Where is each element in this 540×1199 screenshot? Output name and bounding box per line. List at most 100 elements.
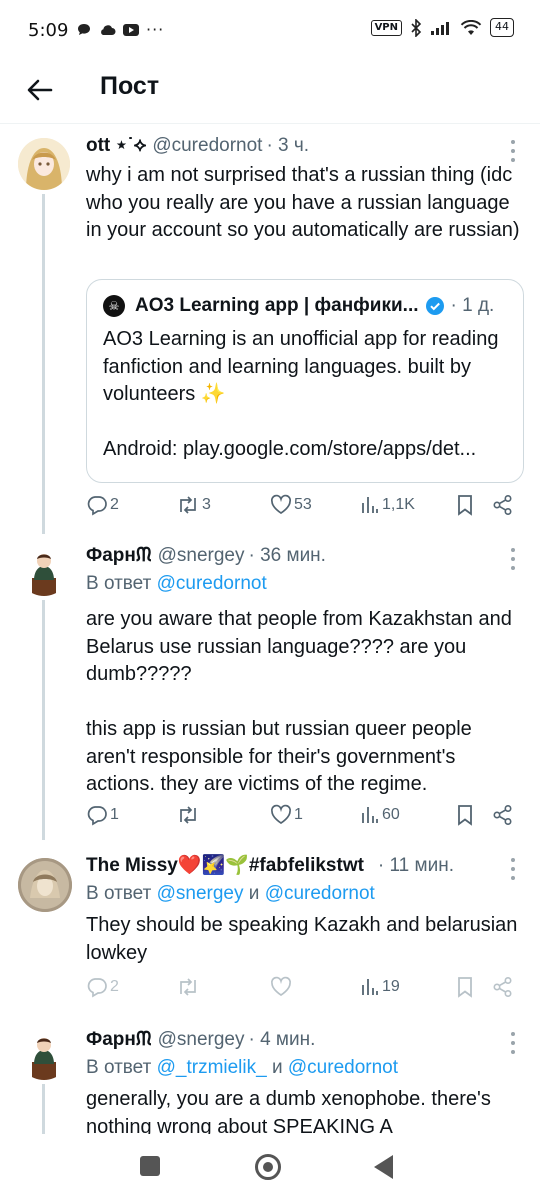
bookmark-button[interactable] (456, 976, 474, 998)
thread-line (42, 600, 45, 840)
quote-avatar: ☠ (103, 295, 125, 317)
views-button[interactable]: 19 (360, 976, 400, 998)
author-handle[interactable]: @curedornot (152, 132, 262, 160)
tweet-header: Фарнᙏ @snergey · 4 мин. (86, 1026, 522, 1054)
chat-bubble-icon (78, 23, 90, 35)
avatar[interactable] (18, 544, 70, 596)
recents-button[interactable] (140, 1156, 160, 1176)
signal-icon (431, 21, 449, 35)
reply-button[interactable]: 1 (86, 804, 119, 826)
tweet[interactable]: Фарнᙏ @snergey · 36 мин. В ответ @curedo… (0, 534, 540, 840)
author-name[interactable]: ott ⋆˙⟡ (86, 132, 146, 160)
more-options-button[interactable] (510, 1032, 516, 1054)
repost-icon (180, 978, 196, 996)
quote-author-name: AO3 Learning app | фанфики... (135, 295, 419, 316)
wifi-icon (460, 19, 482, 35)
vpn-badge: VPN (370, 19, 402, 36)
reply-icon (87, 978, 107, 998)
tweet-time[interactable]: · 11 мин. (378, 852, 454, 880)
mention-link[interactable]: @curedornot (157, 573, 267, 594)
battery-indicator: 44 (490, 18, 514, 37)
like-button[interactable]: 53 (270, 494, 312, 516)
quote-header: ☠ AO3 Learning app | фанфики... · 1 д. (103, 292, 507, 320)
like-count: 1 (294, 806, 303, 823)
bookmark-button[interactable] (456, 494, 474, 516)
like-button[interactable] (270, 976, 292, 998)
reply-icon (87, 496, 107, 516)
avatar[interactable] (18, 858, 72, 912)
reply-count: 1 (110, 806, 119, 823)
author-name[interactable]: Фарнᙏ (86, 1026, 152, 1054)
more-dots-icon: ··· (146, 20, 165, 39)
repost-button[interactable]: 3 (176, 494, 211, 516)
back-button[interactable] (20, 70, 60, 110)
home-button[interactable] (255, 1154, 281, 1180)
mention-link[interactable]: @snergey (157, 883, 244, 904)
tweet-text: are you aware that people from Kazakhsta… (86, 608, 512, 795)
system-icons: VPN 44 (370, 18, 514, 37)
avatar[interactable] (18, 138, 70, 190)
reply-prefix: В ответ (86, 573, 152, 594)
share-icon (493, 976, 512, 998)
like-button[interactable]: 1 (270, 804, 303, 826)
bookmark-button[interactable] (456, 804, 474, 826)
author-name[interactable]: Фарнᙏ (86, 542, 152, 570)
arrow-left-icon (27, 79, 53, 101)
share-button[interactable] (492, 804, 514, 826)
bookmark-icon (458, 495, 472, 516)
reply-button[interactable]: 2 (86, 494, 119, 516)
tweet-time[interactable]: · 3 ч. (266, 132, 309, 160)
tweet-time[interactable]: · 36 мин. (248, 542, 325, 570)
tweet[interactable]: The Missy❤️🌠🌱#fabfelikstwt · 11 мин. В о… (0, 846, 540, 1016)
tweet-time[interactable]: · 4 мин. (248, 1026, 315, 1054)
repost-button[interactable] (176, 804, 202, 826)
more-options-button[interactable] (510, 140, 516, 162)
view-count: 19 (382, 978, 400, 995)
views-icon (362, 979, 378, 995)
more-options-button[interactable] (510, 858, 516, 880)
views-icon (362, 497, 378, 513)
system-navigation-bar (0, 1134, 540, 1199)
tweet-header: The Missy❤️🌠🌱#fabfelikstwt · 11 мин. (86, 852, 522, 880)
views-button[interactable]: 60 (360, 804, 400, 826)
status-time: 5:09 (28, 20, 69, 41)
reply-prefix: В ответ (86, 883, 152, 904)
reply-button[interactable]: 2 (86, 976, 119, 998)
tweet[interactable]: ott ⋆˙⟡ @curedornot · 3 ч. why i am not … (0, 124, 540, 534)
tweet-actions: 2 19 (86, 976, 526, 1006)
repost-button[interactable] (176, 976, 200, 998)
mention-link[interactable]: @curedornot (265, 883, 375, 904)
tweet-content: ott ⋆˙⟡ @curedornot · 3 ч. why i am not … (86, 132, 522, 245)
quoted-tweet[interactable]: ☠ AO3 Learning app | фанфики... · 1 д. A… (86, 279, 524, 483)
reply-conjunction: и (271, 1057, 283, 1078)
verified-badge-icon (425, 297, 444, 315)
quote-text: AO3 Learning is an unofficial app for re… (103, 328, 499, 460)
author-name[interactable]: The Missy❤️🌠🌱#fabfelikstwt (86, 852, 364, 880)
share-button[interactable] (492, 494, 514, 516)
views-button[interactable]: 1,1K (360, 494, 415, 516)
more-options-button[interactable] (510, 548, 516, 570)
share-icon (493, 804, 512, 826)
heart-icon (270, 494, 292, 514)
post-header: Пост (0, 62, 540, 122)
bluetooth-icon (411, 18, 422, 37)
tweet[interactable]: Фарнᙏ @snergey · 4 мин. В ответ @_trzmie… (0, 1018, 540, 1134)
views-icon (362, 807, 378, 823)
author-handle[interactable]: @snergey (158, 1026, 245, 1054)
notification-icons: ··· (76, 20, 164, 39)
share-button[interactable] (492, 976, 514, 998)
system-back-button[interactable] (374, 1155, 393, 1179)
cloud-icon (101, 24, 116, 35)
avatar[interactable] (18, 1028, 70, 1080)
reply-count: 2 (110, 978, 119, 995)
mention-link[interactable]: @_trzmielik_ (157, 1057, 267, 1078)
mention-link[interactable]: @curedornot (288, 1057, 398, 1078)
view-count: 1,1K (382, 496, 415, 513)
author-handle[interactable]: @snergey (158, 542, 245, 570)
tweet-actions: 2 3 53 1,1K (86, 494, 526, 524)
reply-context: В ответ @_trzmielik_ и @curedornot (86, 1054, 522, 1082)
youtube-icon (123, 23, 139, 36)
quote-time: · 1 д. (450, 295, 495, 316)
reply-icon (87, 806, 107, 826)
heart-icon (270, 976, 292, 996)
